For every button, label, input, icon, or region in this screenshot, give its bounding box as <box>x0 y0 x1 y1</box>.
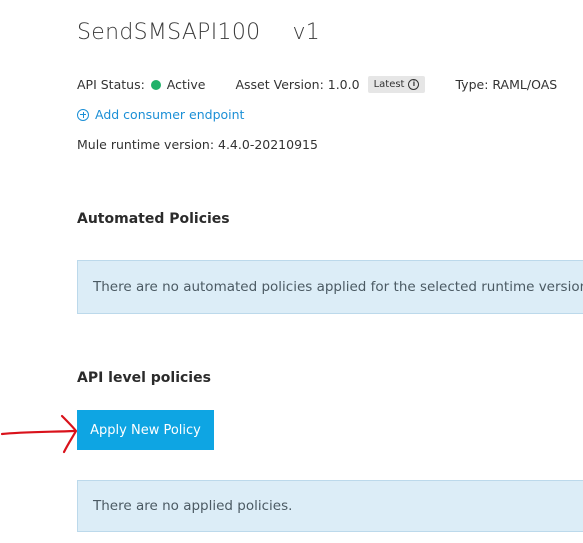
page-title: SendSMSAPI100 v1 <box>77 20 320 45</box>
api-level-policies-heading: API level policies <box>77 370 211 386</box>
latest-badge-label: Latest <box>373 79 405 90</box>
annotation-arrow-icon <box>0 414 78 454</box>
applied-policies-empty-message: There are no applied policies. <box>77 480 583 532</box>
add-consumer-endpoint-link[interactable]: Add consumer endpoint <box>77 107 244 122</box>
automated-policies-empty-message: There are no automated policies applied … <box>77 260 583 314</box>
info-icon: i <box>408 79 420 90</box>
api-version: v1 <box>292 20 321 45</box>
status-label: API Status: <box>77 77 145 92</box>
latest-badge[interactable]: Latest i <box>367 76 426 93</box>
asset-version: Asset Version: 1.0.0 <box>235 77 360 92</box>
applied-policies-message-text: There are no applied policies. <box>93 498 293 514</box>
status-dot-icon <box>150 79 161 90</box>
plus-circle-icon <box>77 108 89 121</box>
runtime-version: Mule runtime version: 4.4.0-20210915 <box>77 137 318 152</box>
api-policies-page: SendSMSAPI100 v1 API Status: Active Asset… <box>0 0 583 543</box>
api-meta-row: API Status: Active Asset Version: 1.0.0 … <box>77 76 557 93</box>
status-value: Active <box>166 77 206 92</box>
apply-new-policy-button[interactable]: Apply New Policy <box>77 410 214 450</box>
automated-policies-heading: Automated Policies <box>77 211 230 227</box>
add-consumer-endpoint-label: Add consumer endpoint <box>95 107 245 122</box>
api-type: Type: RAML/OAS <box>455 77 558 92</box>
api-name: SendSMSAPI100 <box>77 20 261 45</box>
automated-policies-message-text: There are no automated policies applied … <box>93 279 583 295</box>
